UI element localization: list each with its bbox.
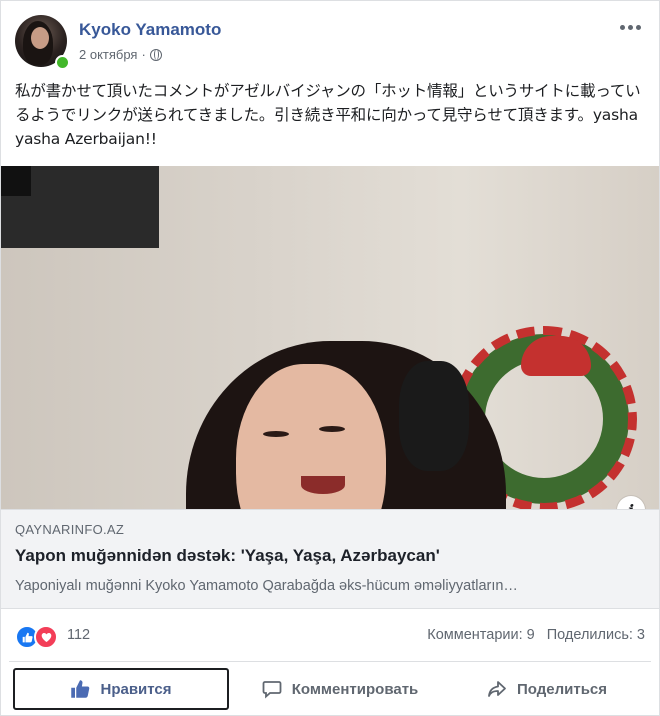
thumbs-up-icon — [70, 679, 90, 699]
share-label: Поделиться — [516, 680, 608, 698]
share-button[interactable]: Поделиться — [447, 668, 647, 710]
post-card: Kyoko Yamamoto 2 октября · 私が書かせて頂いたコメント… — [0, 0, 660, 716]
link-domain: QAYNARINFO.AZ — [15, 522, 125, 537]
reactions-bar: 112 Комментарии: 9 Поделились: 3 — [15, 625, 645, 649]
reaction-count[interactable]: 112 — [67, 627, 90, 643]
post-header: Kyoko Yamamoto 2 октября · — [15, 15, 645, 71]
post-date[interactable]: 2 октября — [79, 47, 137, 62]
post-text: 私が書かせて頂いたコメントがアゼルバイジャンの「ホット情報」というサイトに載って… — [15, 82, 641, 148]
comment-button[interactable]: Комментировать — [233, 668, 447, 710]
comment-label: Комментировать — [291, 680, 419, 698]
comment-bubble-icon — [262, 679, 282, 699]
link-title[interactable]: Yapon muğənnidən dəstək: 'Yaşa, Yaşa, Az… — [15, 546, 440, 566]
shares-count[interactable]: Поделились: 3 — [547, 627, 645, 643]
online-status-dot — [55, 55, 70, 70]
more-options-icon[interactable] — [617, 17, 643, 37]
globe-icon[interactable] — [149, 48, 162, 61]
author-name[interactable]: Kyoko Yamamoto — [79, 20, 221, 40]
post-photo[interactable] — [1, 166, 659, 509]
link-preview[interactable]: QAYNARINFO.AZ Yapon muğənnidən dəstək: '… — [1, 509, 659, 609]
engagement-counts: Комментарии: 9 Поделились: 3 — [427, 627, 645, 643]
post-meta: 2 октября · — [79, 47, 162, 62]
action-bar: Нравится Комментировать Поделиться — [9, 661, 651, 710]
share-arrow-icon — [487, 679, 507, 699]
heart-icon — [34, 625, 58, 649]
like-button[interactable]: Нравится — [13, 668, 229, 710]
comments-count[interactable]: Комментарии: 9 — [427, 627, 534, 643]
reaction-icons[interactable] — [15, 625, 58, 649]
like-label: Нравится — [100, 680, 172, 698]
meta-separator: · — [141, 47, 146, 62]
link-description: Yaponiyalı muğənni Kyoko Yamamoto Qaraba… — [15, 578, 518, 594]
